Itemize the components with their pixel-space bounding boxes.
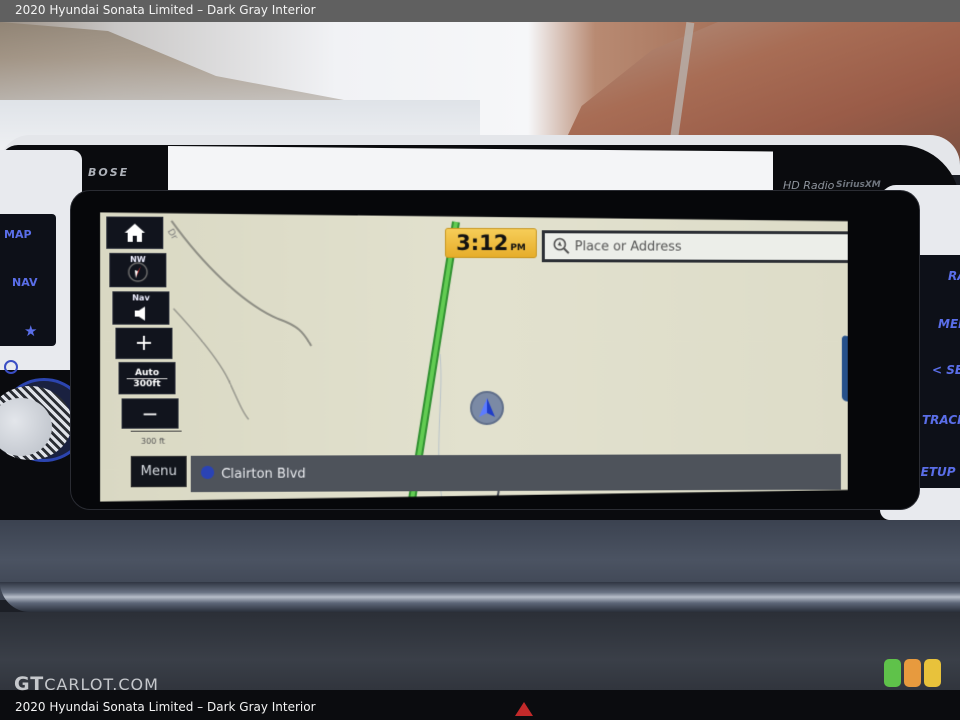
left-hardware-keys: MAP NAV ★ <box>0 214 56 346</box>
site-logo <box>884 659 941 687</box>
zoom-auto-button[interactable]: Auto 300ft <box>118 362 175 394</box>
navigation-arrow-icon <box>478 397 496 419</box>
compass-label: NW <box>129 254 146 265</box>
media-key[interactable]: MEDIA <box>938 317 960 331</box>
logo-dot-yellow <box>924 659 941 687</box>
clock-ampm: PM <box>510 243 526 254</box>
nav-volume-label: Nav <box>132 293 150 303</box>
speaker-icon <box>134 305 148 321</box>
compass-button[interactable]: NW <box>109 253 166 287</box>
power-icon[interactable] <box>4 360 18 374</box>
star-icon[interactable]: ★ <box>24 322 37 340</box>
track-key[interactable]: TRACK > <box>922 413 960 427</box>
map-road <box>171 221 311 346</box>
clock-time: 3:12 <box>456 230 509 256</box>
navigation-screen: Dr NW Nav + Auto 300ft − 300 ft 3:12 PM <box>100 212 848 501</box>
logo-dot-orange <box>904 659 921 687</box>
watermark-suffix: CARLOT.COM <box>44 675 159 694</box>
map-road <box>174 309 249 420</box>
map-key[interactable]: MAP <box>4 228 32 241</box>
map-scale-bar <box>131 431 182 432</box>
logo-dot-green <box>884 659 901 687</box>
zoom-out-button[interactable]: − <box>122 398 179 428</box>
watermark: GTCARLOT.COM <box>14 673 159 695</box>
zoom-scale-label: 300ft <box>127 378 168 389</box>
photo-scene: BOSE HD Radio SiriusXM MAP NAV ★ RADIO M… <box>0 0 960 720</box>
radio-key[interactable]: RADIO <box>948 269 960 283</box>
map-scale-label: 300 ft <box>140 436 165 446</box>
search-placeholder: Place or Address <box>574 238 682 255</box>
nav-volume-button[interactable]: Nav <box>112 291 169 324</box>
top-trim-strip <box>168 146 773 192</box>
side-panel-toggle[interactable]: ◀ <box>842 335 848 404</box>
home-button[interactable] <box>106 216 163 249</box>
seek-key[interactable]: < SEEK <box>932 363 960 377</box>
watermark-prefix: GT <box>14 673 45 695</box>
siriusxm-logo: SiriusXM <box>836 180 881 190</box>
clock-display: 3:12 PM <box>445 228 537 258</box>
caption-top: 2020 Hyundai Sonata Limited – Dark Gray … <box>0 0 960 22</box>
bose-logo: BOSE <box>88 166 130 179</box>
current-position-marker <box>470 391 504 425</box>
chrome-strip <box>0 582 960 612</box>
current-road-bar: Clairton Blvd <box>191 454 841 492</box>
zoom-mode-label: Auto <box>134 367 160 378</box>
menu-button[interactable]: Menu <box>131 456 187 487</box>
zoom-in-button[interactable]: + <box>115 328 172 359</box>
nav-key[interactable]: NAV <box>12 276 38 289</box>
current-road-name: Clairton Blvd <box>221 466 306 482</box>
caption-bottom: 2020 Hyundai Sonata Limited – Dark Gray … <box>15 700 316 714</box>
search-input[interactable]: Place or Address <box>542 230 848 263</box>
home-icon <box>124 223 146 243</box>
search-icon <box>553 237 571 255</box>
road-direction-icon <box>201 466 214 479</box>
